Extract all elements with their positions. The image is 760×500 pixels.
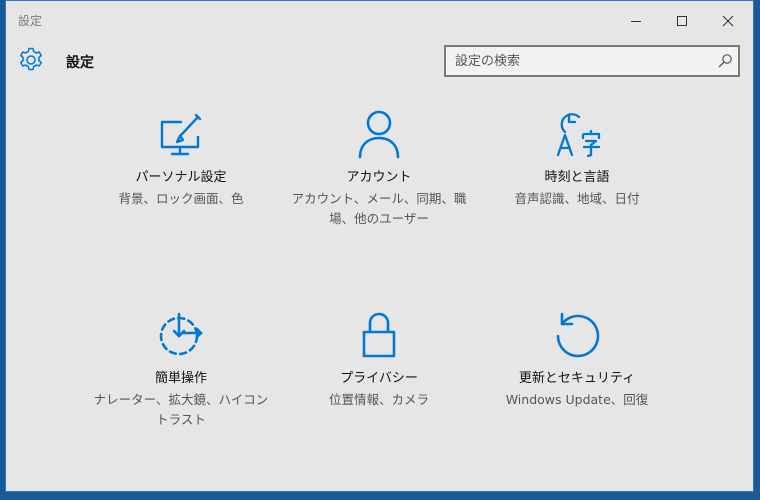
tile-label: アカウント [346, 170, 412, 185]
personalization-icon [160, 113, 202, 156]
tile-description: 背景、ロック画面、色 [118, 191, 244, 206]
search-icon[interactable] [716, 52, 734, 70]
tile-personalization[interactable]: パーソナル設定 背景、ロック画面、色 [88, 107, 274, 209]
close-button[interactable] [705, 5, 751, 37]
tile-label: 時刻と言語 [544, 170, 610, 185]
tile-label: パーソナル設定 [135, 170, 227, 185]
tile-accounts[interactable]: アカウント アカウント、メール、同期、職場、他のユーザー [286, 107, 472, 229]
tile-ease-of-access[interactable]: 簡単操作 ナレーター、拡大鏡、ハイコントラスト [88, 308, 274, 430]
settings-window: 設定 設定 設定の検索 パーソナル設定 背景、ロック画面、色 アカウント アカウ… [5, 0, 754, 492]
tile-privacy[interactable]: プライバシー 位置情報、カメラ [286, 308, 472, 410]
tile-description: 音声認識、地域、日付 [514, 191, 640, 206]
tile-description: 位置情報、カメラ [328, 392, 429, 407]
minimize-button[interactable] [613, 5, 659, 37]
search-input[interactable] [455, 47, 705, 75]
time-language-icon [556, 113, 601, 158]
tile-update-security[interactable]: 更新とセキュリティ Windows Update、回復 [484, 308, 670, 410]
maximize-button[interactable] [659, 5, 705, 37]
close-icon [722, 15, 734, 27]
tile-time-language[interactable]: 時刻と言語 音声認識、地域、日付 [484, 107, 670, 209]
tile-description: アカウント、メール、同期、職場、他のユーザー [291, 191, 467, 226]
account-icon [358, 110, 400, 159]
tile-description: Windows Update、回復 [505, 392, 649, 407]
tile-description: ナレーター、拡大鏡、ハイコントラスト [93, 392, 269, 427]
gear-icon [20, 47, 42, 71]
lock-icon [362, 312, 396, 358]
update-icon [556, 312, 600, 358]
page-title: 設定 [66, 55, 94, 71]
tile-label: 簡単操作 [154, 371, 207, 386]
minimize-icon [631, 21, 641, 22]
tile-label: 更新とセキュリティ [518, 371, 636, 386]
ease-of-access-icon [159, 312, 203, 356]
tile-label: プライバシー [340, 371, 418, 386]
window-title: 設定 [18, 14, 43, 28]
settings-header: 設定 [6, 39, 753, 89]
title-bar[interactable]: 設定 [6, 1, 753, 39]
maximize-icon [677, 16, 687, 26]
search-box[interactable] [444, 45, 740, 77]
